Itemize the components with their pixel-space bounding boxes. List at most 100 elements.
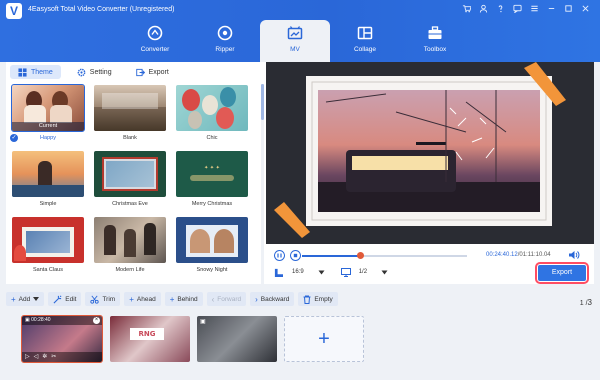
page-indicator: 1 /3 bbox=[579, 298, 592, 307]
tab-converter[interactable]: Converter bbox=[120, 20, 190, 62]
current-time: 00:24:40.12 bbox=[486, 252, 518, 258]
theme-happy[interactable]: Current ✓ Happy bbox=[10, 84, 85, 142]
clip-item[interactable]: RNG bbox=[110, 316, 190, 362]
minimize-icon[interactable] bbox=[543, 3, 560, 17]
question-icon[interactable] bbox=[492, 3, 509, 17]
film-icon: ▣ bbox=[25, 317, 30, 323]
maximize-icon[interactable] bbox=[560, 3, 577, 17]
theme-scrollbar[interactable] bbox=[261, 84, 264, 284]
pause-icon bbox=[277, 253, 282, 258]
clip-item[interactable]: ▣ 00:28:40 × ▷◁✲✂ bbox=[21, 315, 103, 363]
theme-name: Modern Life bbox=[115, 267, 145, 273]
cart-icon[interactable] bbox=[458, 3, 475, 17]
volume-icon[interactable] bbox=[568, 249, 580, 261]
add-label: Add bbox=[18, 295, 31, 303]
stop-button[interactable] bbox=[290, 250, 301, 261]
theme-chic[interactable]: Chic bbox=[176, 85, 248, 141]
progress-fill bbox=[302, 255, 360, 257]
theme-christmas-eve[interactable]: Christmas Eve bbox=[94, 151, 166, 207]
player-controls: 00:24:40.12/01:11:10.04 16:9 1/2 Export bbox=[266, 244, 594, 284]
theme-modern-life[interactable]: Modern Life bbox=[94, 217, 166, 273]
behind-button[interactable]: + Behind bbox=[164, 292, 203, 306]
pause-button[interactable] bbox=[274, 250, 285, 261]
theme-thumbnail bbox=[94, 217, 166, 263]
theme-name: Merry Christmas bbox=[191, 201, 233, 207]
theme-name: Snowy Night bbox=[196, 267, 228, 273]
app-logo: V bbox=[6, 3, 22, 19]
theme-name: Blank bbox=[123, 135, 137, 141]
theme-thumbnail bbox=[12, 217, 84, 263]
menu-icon[interactable] bbox=[526, 3, 543, 17]
aspect-ratio-value[interactable]: 16:9 bbox=[292, 269, 304, 275]
app-title: 4Easysoft Total Video Converter (Unregis… bbox=[28, 6, 175, 13]
clip-item[interactable]: ▣ bbox=[197, 316, 277, 362]
user-icon[interactable] bbox=[475, 3, 492, 17]
play-icon[interactable]: ▷ bbox=[25, 354, 34, 360]
export-button[interactable]: Export bbox=[535, 262, 589, 284]
edit-button[interactable]: Edit bbox=[48, 292, 82, 306]
trash-icon bbox=[303, 295, 311, 304]
edit-label: Edit bbox=[65, 295, 77, 303]
converter-icon bbox=[147, 25, 163, 41]
close-icon[interactable]: × bbox=[93, 317, 100, 324]
tab-toolbox-label: Toolbox bbox=[423, 46, 447, 53]
aspect-ratio-icon bbox=[274, 268, 283, 277]
subtab-setting[interactable]: Setting bbox=[69, 65, 120, 79]
chevron-right-icon: › bbox=[255, 294, 258, 304]
scissors-icon[interactable]: ✂ bbox=[51, 354, 60, 360]
film-icon: ▣ bbox=[200, 319, 206, 325]
preview-frame bbox=[266, 62, 594, 244]
tab-mv[interactable]: MV bbox=[260, 20, 330, 62]
subtab-theme[interactable]: Theme bbox=[10, 65, 61, 79]
empty-label: Empty bbox=[314, 295, 333, 303]
check-icon: ✓ bbox=[10, 134, 18, 142]
tab-toolbox[interactable]: Toolbox bbox=[400, 20, 470, 62]
effect-icon[interactable]: ✲ bbox=[42, 354, 51, 360]
empty-button[interactable]: Empty bbox=[298, 292, 338, 306]
chevron-down-icon[interactable] bbox=[318, 270, 325, 275]
feedback-icon[interactable] bbox=[509, 3, 526, 17]
plus-icon: + bbox=[169, 294, 175, 304]
theme-snowy-night[interactable]: Snowy Night bbox=[176, 217, 248, 273]
trim-button[interactable]: Trim bbox=[85, 292, 121, 306]
add-button[interactable]: + Add bbox=[6, 292, 45, 306]
current-badge: Current bbox=[12, 122, 84, 131]
behind-label: Behind bbox=[177, 295, 198, 303]
theme-name: Christmas Eve bbox=[112, 201, 148, 207]
theme-thumbnail bbox=[94, 151, 166, 197]
backward-button[interactable]: › Backward bbox=[250, 292, 295, 306]
theme-blank[interactable]: Blank bbox=[94, 85, 166, 141]
progress-slider[interactable] bbox=[302, 252, 467, 259]
zoom-value[interactable]: 1/2 bbox=[359, 269, 367, 275]
ahead-button[interactable]: + Ahead bbox=[124, 292, 161, 306]
tab-converter-label: Converter bbox=[140, 46, 170, 53]
progress-handle[interactable] bbox=[356, 252, 364, 259]
chevron-down-icon bbox=[33, 297, 40, 301]
forward-button[interactable]: ‹ Forward bbox=[206, 292, 247, 306]
aspect-controls: 16:9 1/2 bbox=[274, 266, 388, 278]
close-icon[interactable] bbox=[577, 3, 594, 17]
collage-icon bbox=[357, 26, 373, 40]
tab-mv-label: MV bbox=[290, 46, 300, 53]
clip-timeline: ▣ 00:28:40 × ▷◁✲✂ RNG ▣ + bbox=[0, 310, 600, 380]
chevron-left-icon: ‹ bbox=[211, 294, 215, 304]
chevron-down-icon[interactable] bbox=[381, 270, 388, 275]
tab-collage[interactable]: Collage bbox=[330, 20, 400, 62]
subtab-export[interactable]: Export bbox=[128, 65, 177, 79]
magic-wand-icon bbox=[53, 295, 62, 303]
theme-santa-claus[interactable]: Santa Claus bbox=[12, 217, 84, 273]
theme-merry-christmas[interactable]: ✦ ✦ ✦ Merry Christmas bbox=[176, 151, 248, 207]
backward-label: Backward bbox=[260, 295, 290, 303]
total-time: 01:11:10.04 bbox=[519, 252, 551, 258]
theme-simple[interactable]: Simple bbox=[12, 151, 84, 207]
theme-thumbnail: Current bbox=[11, 84, 85, 132]
theme-name: Santa Claus bbox=[33, 267, 63, 273]
app-header: V 4Easysoft Total Video Converter (Unreg… bbox=[0, 0, 600, 62]
add-clip-button[interactable]: + bbox=[284, 316, 364, 362]
plus-icon: + bbox=[11, 294, 16, 304]
volume-icon[interactable]: ◁ bbox=[34, 354, 43, 360]
theme-thumbnail bbox=[94, 85, 166, 131]
mv-icon bbox=[287, 26, 303, 40]
video-preview bbox=[266, 62, 594, 244]
tab-ripper[interactable]: Ripper bbox=[190, 20, 260, 62]
